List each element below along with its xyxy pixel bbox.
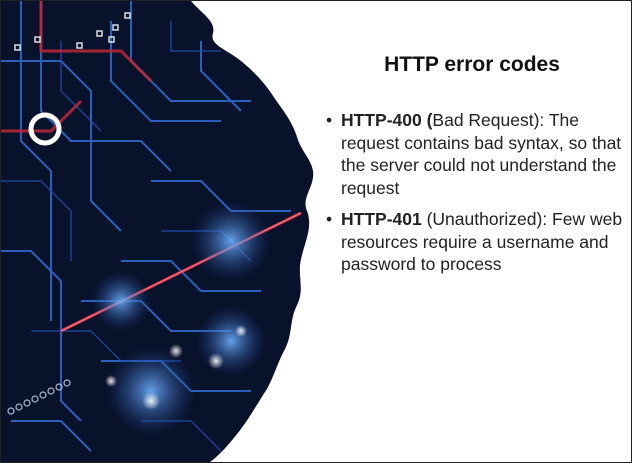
bullet-http-400: • HTTP-400 (Bad Request): The request con… — [326, 109, 624, 199]
bullet-dot: • — [326, 110, 333, 130]
slide: HTTP error codes • HTTP-400 (Bad Request)… — [0, 0, 632, 463]
bullet-dot: • — [326, 209, 333, 229]
bullet-code: HTTP-400 ( — [341, 110, 433, 130]
bullet-code: HTTP-401 — [341, 209, 422, 229]
bullet-list: • HTTP-400 (Bad Request): The request con… — [326, 109, 624, 285]
bullet-http-401: • HTTP-401 (Unauthorized): Few web resour… — [326, 208, 624, 276]
slide-title: HTTP error codes — [384, 53, 560, 76]
